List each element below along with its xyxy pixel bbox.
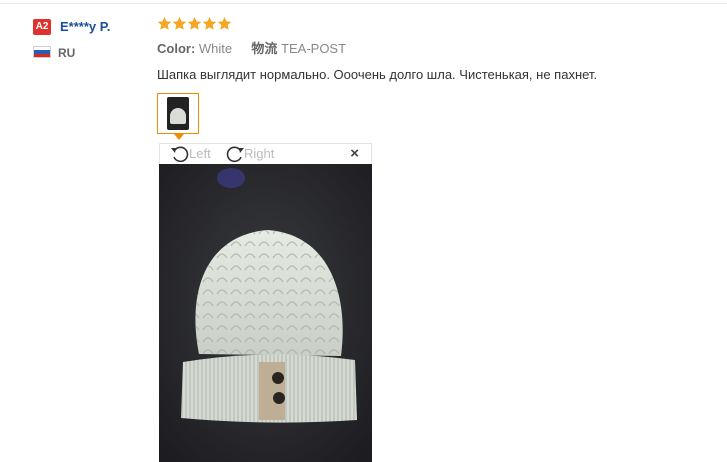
color-value: White [198, 41, 233, 56]
thumbnail-image [167, 97, 189, 130]
color-label: Color: [157, 41, 196, 56]
photo-viewer-toolbar: Left Right × [159, 143, 372, 164]
star-icon [217, 16, 232, 30]
thumbnail-pointer-icon [174, 134, 184, 140]
knitted-hat-photo [159, 164, 372, 462]
review-photo-thumbnail[interactable] [157, 93, 199, 134]
rotate-left-icon [171, 146, 189, 163]
logistics-label: 物流 [251, 41, 278, 56]
russia-flag-icon [33, 46, 51, 58]
top-divider [0, 3, 727, 4]
rotate-right-button[interactable]: Right [224, 144, 274, 164]
user-level-badge: A2 [33, 19, 51, 35]
product-attributes: Color: White 物流 TEA-POST [157, 41, 346, 57]
rotate-right-icon [226, 146, 244, 163]
rotate-right-label: Right [244, 146, 275, 161]
star-rating [157, 16, 232, 31]
review-text: Шапка выглядит нормально. Ооочень долго … [157, 67, 598, 82]
star-icon [187, 16, 202, 30]
star-icon [157, 16, 172, 30]
rotate-left-button[interactable]: Left [169, 144, 211, 164]
close-viewer-button[interactable]: × [350, 145, 359, 163]
rotate-left-label: Left [189, 146, 211, 161]
logistics-value: TEA-POST [281, 41, 347, 56]
star-icon [202, 16, 217, 30]
review-photo [159, 164, 372, 462]
reviewer-name[interactable]: E****y P. [60, 18, 110, 36]
reviewer-country: RU [58, 46, 76, 60]
star-icon [172, 16, 187, 30]
